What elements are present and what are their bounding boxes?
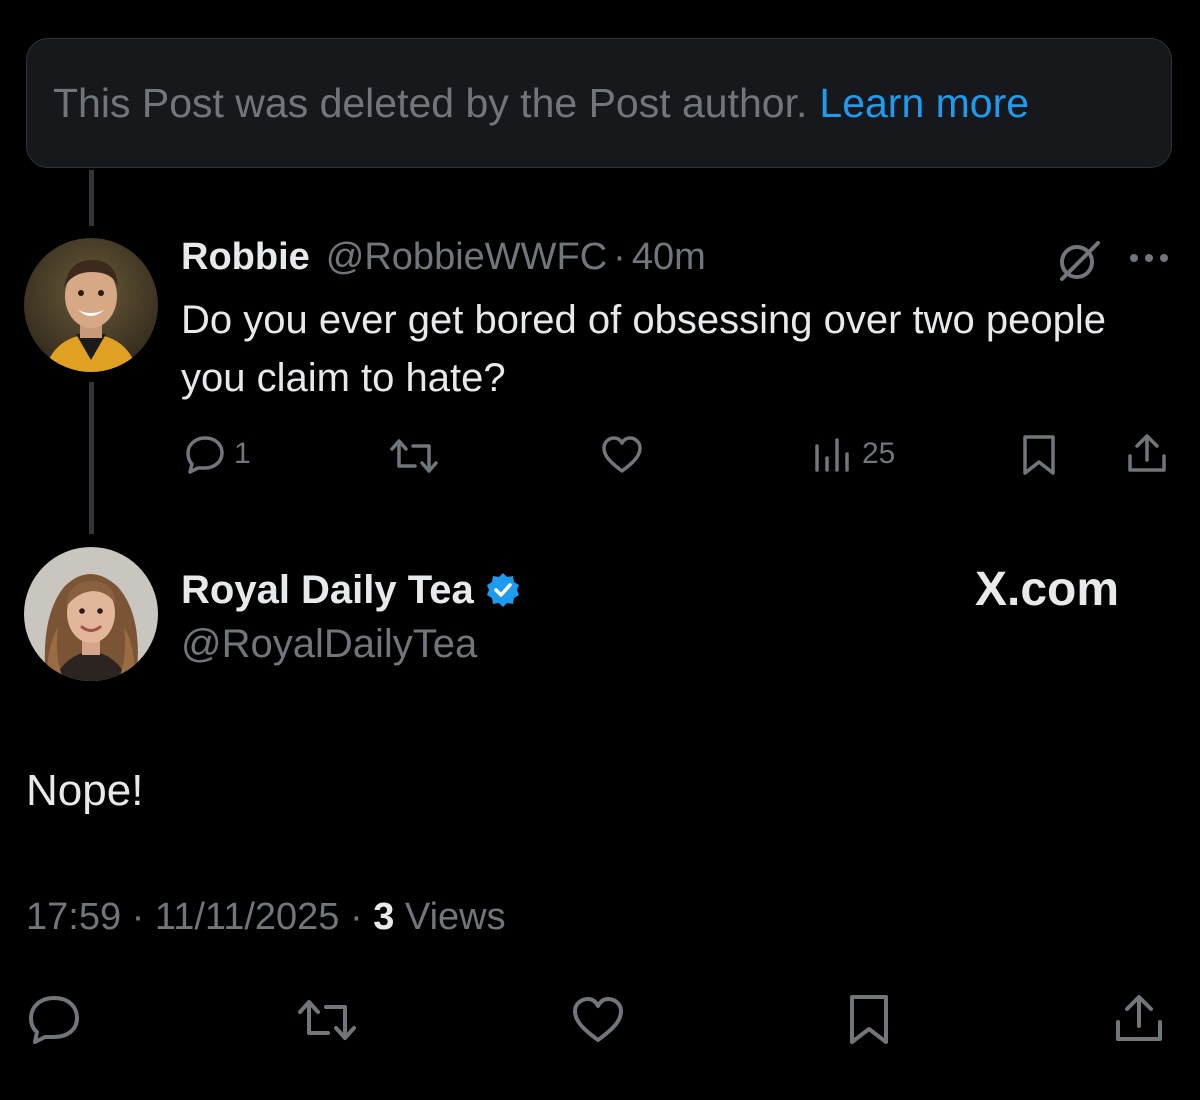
meta-separator-1: · (131, 896, 145, 938)
avatar-robbie[interactable] (24, 238, 158, 372)
reply-author-handle[interactable]: @RobbieWWFC (326, 236, 607, 279)
x-com-watermark: X.com (975, 562, 1119, 617)
thread-line-top (89, 170, 94, 226)
verified-badge-icon[interactable] (484, 571, 522, 619)
grok-icon[interactable] (1056, 237, 1102, 288)
post-date[interactable]: 11/11/2025 (155, 896, 340, 938)
bookmark-icon[interactable] (1020, 433, 1058, 482)
main-author-handle-row: @RoyalDailyTea (181, 622, 477, 667)
more-icon[interactable] (1128, 250, 1172, 271)
reply-post-header: Robbie @RobbieWWFC · 40m (181, 236, 706, 279)
deleted-post-notice: This Post was deleted by the Post author… (26, 38, 1172, 168)
thread-line-middle (89, 382, 94, 534)
reply-count: 1 (234, 437, 251, 470)
deleted-notice-text: This Post was deleted by the Post author… (53, 79, 808, 126)
main-retweet-icon[interactable] (296, 996, 358, 1049)
main-bookmark-icon[interactable] (846, 993, 892, 1052)
main-like-icon[interactable] (570, 996, 626, 1049)
views-action[interactable]: 25 (812, 436, 895, 472)
reply-action[interactable]: 1 (184, 434, 251, 474)
avatar-royal-daily-tea[interactable] (24, 547, 158, 681)
post-meta: 17:59 · 11/11/2025 · 3 Views (26, 896, 506, 939)
like-action[interactable] (600, 435, 644, 475)
reply-timestamp[interactable]: 40m (632, 236, 706, 279)
post-time[interactable]: 17:59 (26, 896, 121, 938)
views-icon (815, 438, 849, 472)
main-post-header: Royal Daily Tea (181, 565, 522, 613)
views-count: 25 (862, 437, 896, 470)
meta-separator-2: · (349, 896, 363, 938)
main-author-handle[interactable]: @RoyalDailyTea (181, 622, 477, 667)
retweet-action[interactable] (389, 436, 439, 476)
main-share-icon[interactable] (1112, 992, 1166, 1049)
like-icon (602, 436, 642, 473)
post-views-label[interactable]: Views (405, 896, 506, 938)
main-reply-icon[interactable] (26, 994, 82, 1049)
retweet-icon (390, 439, 438, 473)
learn-more-link[interactable]: Learn more (819, 80, 1029, 127)
main-post-text: Nope! (26, 766, 144, 815)
share-icon[interactable] (1125, 432, 1169, 479)
reply-post-text: Do you ever get bored of obsessing over … (181, 298, 1107, 400)
x-logo-text: X.com (975, 563, 1120, 616)
reply-icon (186, 436, 224, 474)
main-author-name[interactable]: Royal Daily Tea (181, 568, 474, 613)
reply-separator: · (613, 236, 626, 278)
reply-author-name[interactable]: Robbie (181, 236, 310, 279)
post-views-count[interactable]: 3 (373, 896, 394, 938)
